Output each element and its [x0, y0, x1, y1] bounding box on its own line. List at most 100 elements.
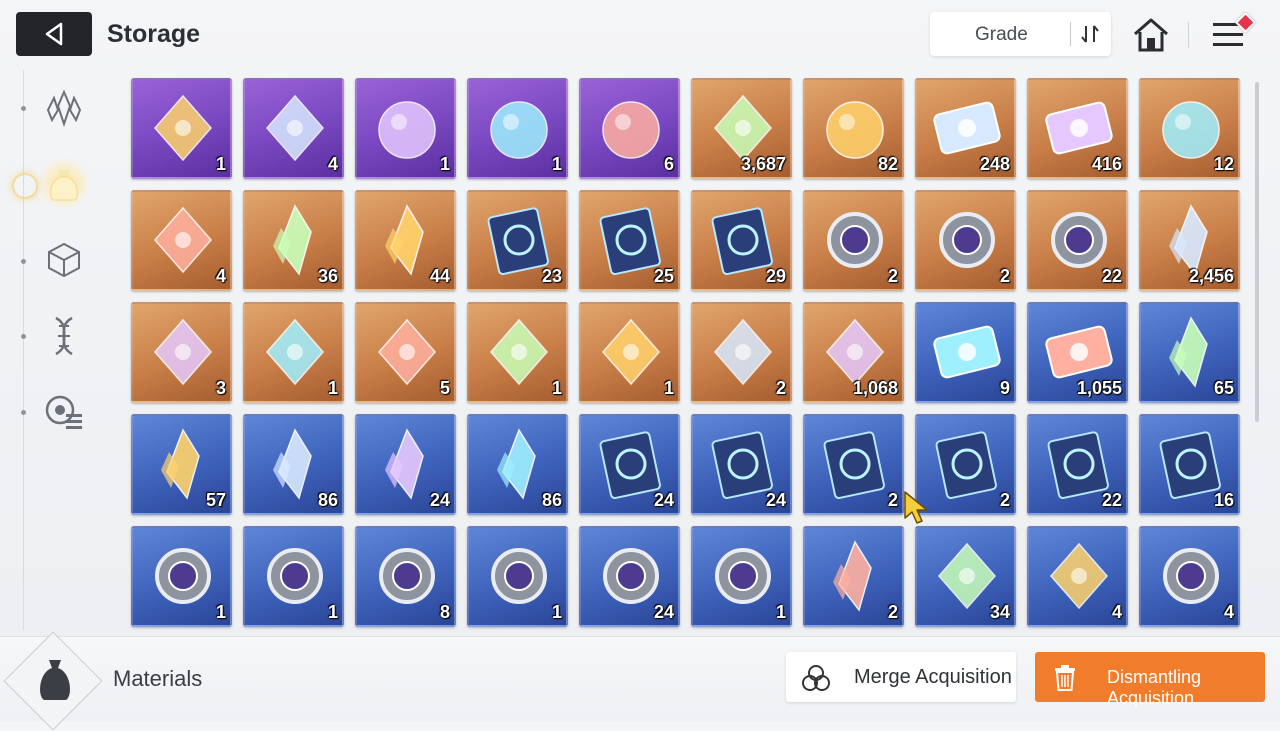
- inventory-slot[interactable]: 23: [467, 190, 568, 291]
- item-quantity: 1: [327, 378, 338, 398]
- item-quantity: 4: [327, 154, 338, 174]
- eye-medal-icon: [379, 548, 435, 604]
- inventory-slot[interactable]: 2: [915, 190, 1016, 291]
- inventory-slot[interactable]: 1: [355, 78, 456, 179]
- inventory-slot[interactable]: 1: [467, 526, 568, 627]
- silver-core-icon: [378, 101, 436, 159]
- inventory-slot[interactable]: 1: [131, 78, 232, 179]
- inventory-slot[interactable]: 22: [1027, 414, 1128, 515]
- item-quantity: 8: [439, 602, 450, 622]
- inventory-slot[interactable]: 86: [467, 414, 568, 515]
- inventory-slot[interactable]: 1: [467, 302, 568, 403]
- cube-icon: [48, 242, 80, 278]
- inventory-slot[interactable]: 12: [1139, 78, 1240, 179]
- pocket-watch-icon: [1050, 542, 1108, 610]
- inventory-slot[interactable]: 1: [243, 302, 344, 403]
- inventory-slot[interactable]: 34: [915, 526, 1016, 627]
- back-button[interactable]: [16, 12, 92, 56]
- dismantling-acquisition-button[interactable]: Dismantling Acquisition: [1035, 652, 1265, 708]
- inventory-slot[interactable]: 3: [131, 302, 232, 403]
- sidebar-dot: [21, 334, 26, 339]
- item-quantity: 22: [1101, 490, 1122, 510]
- inventory-slot[interactable]: 2: [803, 526, 904, 627]
- item-quantity: 82: [877, 154, 898, 174]
- inventory-slot[interactable]: 22: [1027, 190, 1128, 291]
- inventory-slot[interactable]: 1: [131, 526, 232, 627]
- inventory-slot[interactable]: 86: [243, 414, 344, 515]
- inventory-slot[interactable]: 1: [243, 526, 344, 627]
- sort-toggle-icon[interactable]: [1078, 22, 1102, 46]
- inventory-slot[interactable]: 29: [691, 190, 792, 291]
- inventory-slot[interactable]: 5: [355, 302, 456, 403]
- dreamcatcher-icon: [602, 318, 660, 386]
- inventory-slot[interactable]: 6: [579, 78, 680, 179]
- item-quantity: 1: [775, 602, 786, 622]
- sidebar-dot: [21, 410, 26, 415]
- inventory-slot[interactable]: 4: [131, 190, 232, 291]
- inventory-slot[interactable]: 2: [803, 414, 904, 515]
- inventory-slot[interactable]: 248: [915, 78, 1016, 179]
- item-quantity: 24: [653, 490, 674, 510]
- item-quantity: 9: [999, 378, 1010, 398]
- inventory-slot[interactable]: 57: [131, 414, 232, 515]
- item-quantity: 3,687: [740, 154, 786, 174]
- header-divider: [1188, 22, 1189, 48]
- inventory-slot[interactable]: 25: [579, 190, 680, 291]
- sidebar-item-box[interactable]: [38, 234, 90, 286]
- item-quantity: 1,055: [1076, 378, 1122, 398]
- spray-gun-icon: [490, 318, 548, 386]
- inventory-slot[interactable]: 2: [691, 302, 792, 403]
- item-quantity: 2: [775, 378, 786, 398]
- inventory-slot[interactable]: 24: [355, 414, 456, 515]
- item-quantity: 2: [887, 490, 898, 510]
- item-quantity: 5: [439, 378, 450, 398]
- sidebar-item-crystal[interactable]: [38, 82, 90, 134]
- item-quantity: 248: [979, 154, 1010, 174]
- inventory-slot[interactable]: 1: [467, 78, 568, 179]
- inventory-slot[interactable]: 82: [803, 78, 904, 179]
- item-quantity: 16: [1213, 490, 1234, 510]
- inventory-slot[interactable]: 4: [243, 78, 344, 179]
- inventory-slot[interactable]: 9: [915, 302, 1016, 403]
- inventory-slot[interactable]: 65: [1139, 302, 1240, 403]
- sidebar-item-materials[interactable]: [38, 158, 90, 210]
- inventory-slot[interactable]: 4: [1027, 526, 1128, 627]
- item-quantity: 86: [541, 490, 562, 510]
- stone-face-core-icon: [490, 101, 548, 159]
- inventory-slot[interactable]: 36: [243, 190, 344, 291]
- merge-acquisition-button[interactable]: Merge Acquisition: [786, 652, 1016, 702]
- inventory-slot[interactable]: 8: [355, 526, 456, 627]
- inventory-slot[interactable]: 416: [1027, 78, 1128, 179]
- home-button[interactable]: [1130, 14, 1172, 56]
- pouch-icon: [50, 170, 78, 201]
- inventory-slot[interactable]: 1: [579, 302, 680, 403]
- home-icon: [1134, 18, 1168, 52]
- inventory-slot[interactable]: 3,687: [691, 78, 792, 179]
- sidebar-track: [23, 70, 24, 630]
- item-quantity: 57: [205, 490, 226, 510]
- inventory-slot[interactable]: 24: [579, 414, 680, 515]
- dual-eye-card-icon: [154, 94, 212, 162]
- sidebar-item-special[interactable]: [38, 386, 90, 438]
- guitar-pick-icon: [714, 318, 772, 386]
- shield-medal-icon: [939, 212, 995, 268]
- dark-skull-core-icon: [602, 101, 660, 159]
- category-label: Materials: [113, 666, 203, 691]
- inventory-slot[interactable]: 24: [691, 414, 792, 515]
- inventory-slot[interactable]: 1,055: [1027, 302, 1128, 403]
- grade-sort-dropdown[interactable]: Grade: [930, 12, 1111, 56]
- sidebar-item-gene[interactable]: [38, 310, 90, 362]
- inventory-slot[interactable]: 1,068: [803, 302, 904, 403]
- inventory-slot[interactable]: 1: [691, 526, 792, 627]
- pouch-icon: [40, 660, 70, 700]
- inventory-slot[interactable]: 2: [803, 190, 904, 291]
- inventory-slot[interactable]: 16: [1139, 414, 1240, 515]
- active-indicator: [12, 173, 38, 199]
- inventory-slot[interactable]: 24: [579, 526, 680, 627]
- dna-icon: [55, 316, 73, 356]
- item-quantity: 416: [1091, 154, 1122, 174]
- inventory-slot[interactable]: 44: [355, 190, 456, 291]
- scrollbar[interactable]: [1255, 82, 1259, 422]
- inventory-slot[interactable]: 2,456: [1139, 190, 1240, 291]
- inventory-slot[interactable]: 4: [1139, 526, 1240, 627]
